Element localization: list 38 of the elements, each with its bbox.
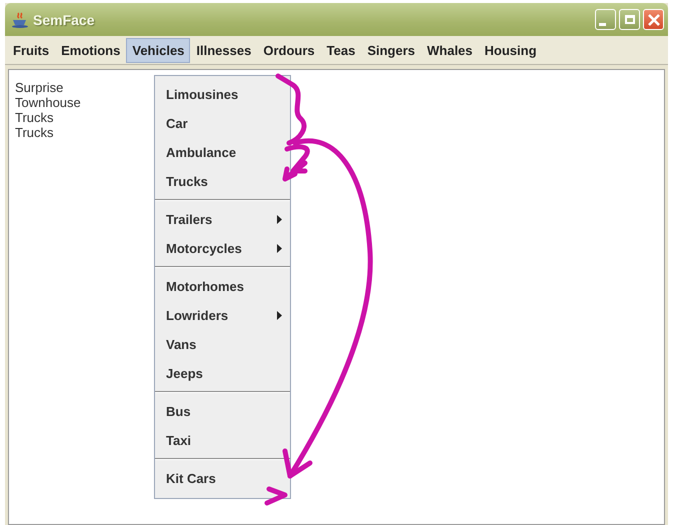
submenu-arrow-icon (277, 215, 282, 224)
list-text: Trucks (15, 125, 54, 140)
menu-item[interactable]: Housing (478, 38, 543, 62)
menu-item[interactable]: Vehicles (126, 38, 190, 62)
menu-option[interactable]: Taxi (155, 426, 290, 455)
menu-option[interactable]: Lowriders (155, 301, 290, 330)
list-text: Townhouse (15, 95, 81, 110)
menu-item[interactable]: Illnesses (190, 38, 258, 62)
hook-stroke (282, 144, 310, 182)
maximize-button[interactable] (619, 9, 640, 30)
submenu-arrow-icon (277, 244, 282, 253)
menu-option[interactable]: Bus (155, 397, 290, 426)
chevron-stroke (264, 486, 288, 506)
menu-item[interactable]: Fruits (7, 38, 56, 62)
close-icon (646, 12, 660, 26)
menu-option[interactable]: Vans (155, 330, 290, 359)
menu-option[interactable]: Kit Cars (155, 464, 290, 493)
menu-item[interactable]: Ordours (257, 38, 321, 62)
cup-icon (11, 12, 29, 28)
list-text: Surprise (15, 80, 64, 95)
menu-option[interactable]: Motorhomes (155, 272, 290, 301)
menu-option[interactable]: Limousines (155, 80, 290, 109)
menu-option[interactable]: Car (155, 109, 290, 138)
window-title: SemFace (33, 12, 94, 28)
menu-option[interactable]: Ambulance (155, 138, 290, 167)
menu-item[interactable]: Emotions (55, 38, 126, 62)
list-text: Trucks (15, 110, 54, 125)
minimize-button[interactable] (595, 9, 616, 30)
menu-item[interactable]: Teas (320, 38, 362, 62)
menu-option[interactable]: Motorcycles (155, 234, 290, 263)
menu-item[interactable]: Singers (361, 38, 421, 62)
menu-item[interactable]: Whales (421, 38, 479, 62)
submenu-arrow-icon (277, 311, 282, 320)
close-button[interactable] (643, 9, 664, 30)
menu-option[interactable]: Trailers (155, 205, 290, 234)
menu-option[interactable]: Jeeps (155, 359, 290, 388)
squiggle-stroke (276, 74, 307, 146)
menu-option[interactable]: Trucks (155, 167, 290, 196)
